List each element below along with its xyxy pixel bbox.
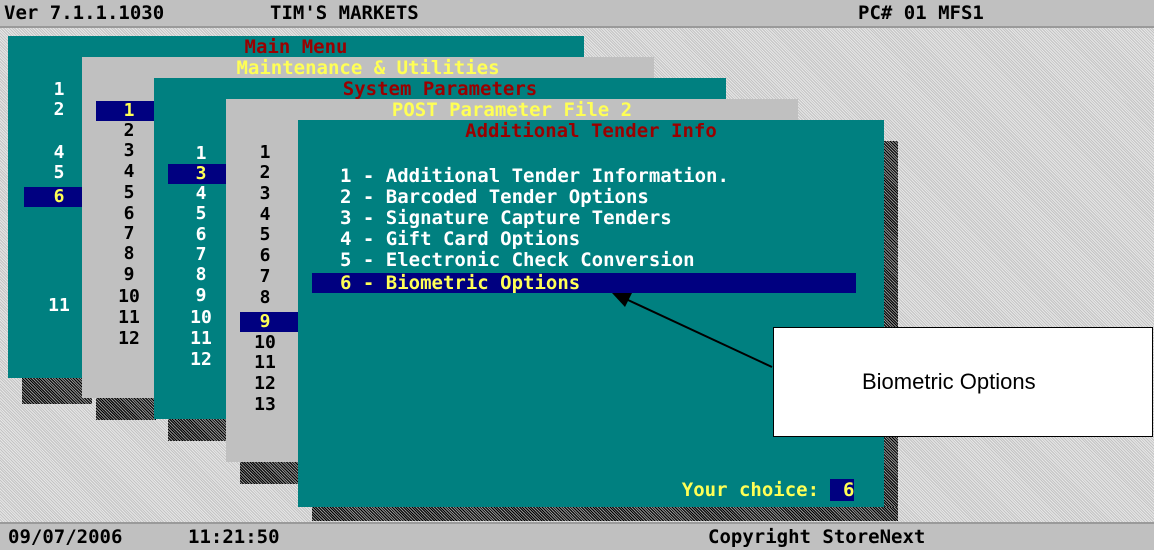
time-label: 11:21:50 <box>188 526 280 548</box>
bottom-status-bar: 09/07/2006 11:21:50 Copyright StoreNext <box>0 522 1154 550</box>
callout-arrow <box>612 293 773 368</box>
date-label: 09/07/2006 <box>8 526 123 548</box>
callout-text: Biometric Options <box>862 369 1036 394</box>
callout-box: Biometric Options <box>773 327 1153 437</box>
copyright-label: Copyright StoreNext <box>708 526 926 548</box>
